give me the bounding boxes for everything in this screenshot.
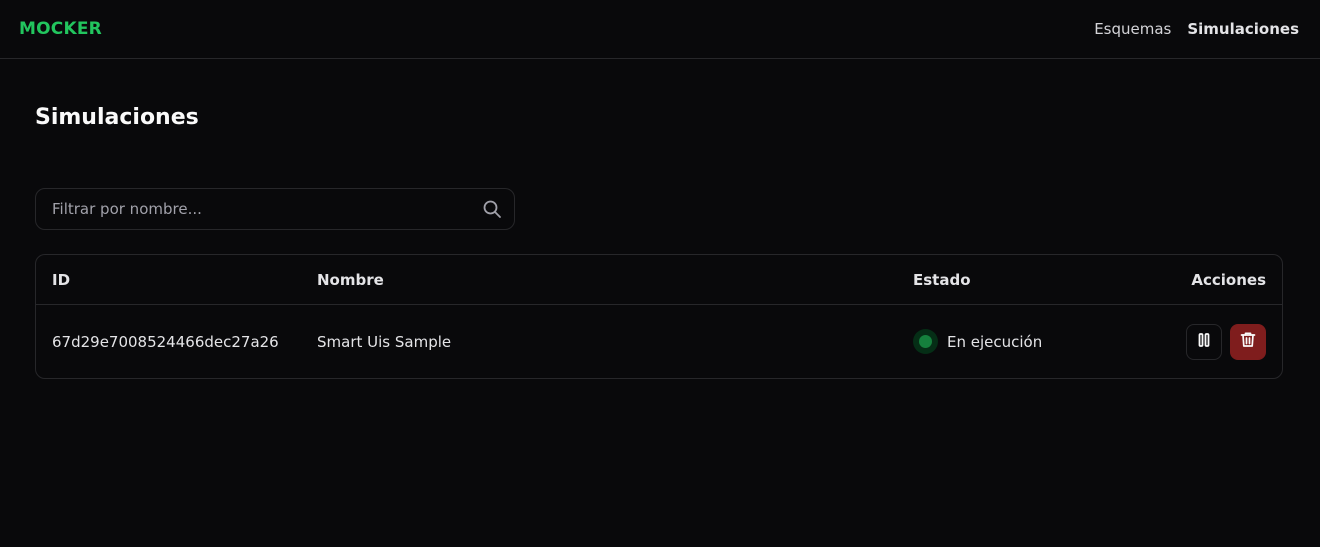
column-header-id: ID bbox=[52, 270, 71, 289]
row-name: Smart Uis Sample bbox=[317, 332, 452, 351]
running-status-icon bbox=[913, 329, 938, 354]
top-navbar: MOCKER Esquemas Simulaciones bbox=[0, 0, 1320, 59]
pause-icon bbox=[1197, 332, 1211, 352]
search-icon[interactable] bbox=[482, 199, 502, 219]
table-row: 67d29e7008524466dec27a26 Smart Uis Sampl… bbox=[36, 305, 1282, 378]
status-label: En ejecución bbox=[947, 332, 1043, 351]
table-header-row: ID Nombre Estado Acciones bbox=[36, 255, 1282, 305]
main-content: Simulaciones ID Nombre Estado Acciones 6… bbox=[0, 104, 1320, 379]
row-actions bbox=[1113, 323, 1266, 360]
search-box bbox=[35, 188, 515, 230]
app-logo[interactable]: MOCKER bbox=[19, 19, 102, 39]
column-header-name: Nombre bbox=[317, 270, 384, 289]
nav-link-simulaciones[interactable]: Simulaciones bbox=[1187, 20, 1299, 38]
column-header-actions: Acciones bbox=[1191, 270, 1266, 289]
row-state: En ejecución bbox=[913, 329, 1113, 354]
column-header-state: Estado bbox=[913, 270, 971, 289]
trash-icon bbox=[1240, 331, 1256, 352]
row-id: 67d29e7008524466dec27a26 bbox=[52, 332, 279, 351]
nav-link-esquemas[interactable]: Esquemas bbox=[1094, 20, 1171, 38]
search-input[interactable] bbox=[52, 200, 482, 218]
status-indicator: En ejecución bbox=[913, 329, 1113, 354]
pause-button[interactable] bbox=[1186, 323, 1222, 360]
simulations-table: ID Nombre Estado Acciones 67d29e70085244… bbox=[35, 254, 1283, 379]
page-title: Simulaciones bbox=[35, 105, 199, 130]
delete-button[interactable] bbox=[1230, 323, 1266, 360]
nav-links: Esquemas Simulaciones bbox=[1094, 20, 1299, 38]
